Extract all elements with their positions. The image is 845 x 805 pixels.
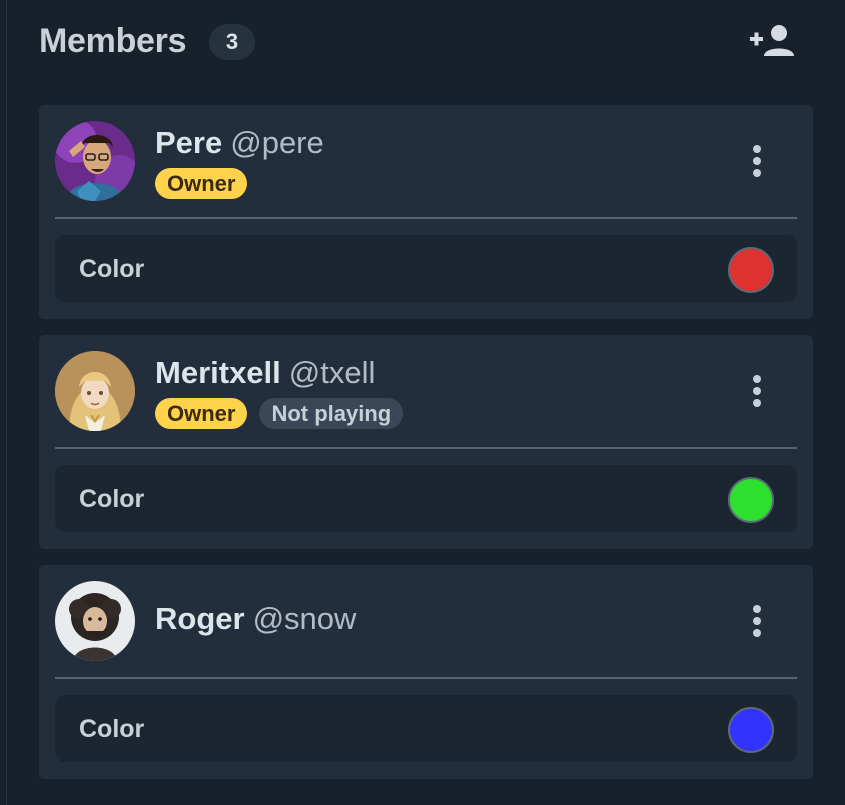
members-title: Members <box>39 22 187 60</box>
member-tags: Owner <box>155 168 259 199</box>
member-handle: @txell <box>288 355 376 390</box>
member-divider <box>55 217 797 219</box>
avatar[interactable] <box>55 121 135 201</box>
color-label: Color <box>79 715 145 743</box>
avatar[interactable] <box>55 351 135 431</box>
member-name: Meritxell <box>155 355 281 390</box>
add-member-button[interactable] <box>748 22 798 60</box>
color-row: Color <box>55 465 797 532</box>
more-vertical-icon <box>753 605 761 637</box>
member-divider <box>55 447 797 449</box>
member-card: Meritxell @txell Owner Not playing Color <box>39 335 813 549</box>
member-name: Pere <box>155 125 223 160</box>
status-tag: Not playing <box>259 398 404 429</box>
color-row: Color <box>55 695 797 762</box>
color-swatch[interactable] <box>728 707 774 753</box>
member-card: Pere @pere Owner Color <box>39 105 813 319</box>
members-count-badge: 3 <box>209 24 255 60</box>
owner-tag: Owner <box>155 168 248 199</box>
member-options-button[interactable] <box>739 603 775 643</box>
more-vertical-icon <box>753 145 761 177</box>
color-swatch[interactable] <box>728 477 774 523</box>
member-card: Roger @snow Color <box>39 565 813 779</box>
member-name: Roger <box>155 601 245 636</box>
person-add-icon <box>750 25 794 56</box>
members-header: Members 3 <box>39 0 813 85</box>
color-swatch[interactable] <box>728 247 774 293</box>
member-name-line: Pere @pere <box>155 125 324 161</box>
color-row: Color <box>55 235 797 302</box>
color-label: Color <box>79 485 145 513</box>
member-summary: Pere @pere Owner <box>39 105 813 217</box>
color-label: Color <box>79 255 145 283</box>
member-handle: @snow <box>252 601 357 636</box>
member-divider <box>55 677 797 679</box>
member-name-line: Meritxell @txell <box>155 355 375 391</box>
more-vertical-icon <box>753 375 761 407</box>
owner-tag: Owner <box>155 398 248 429</box>
member-name-line: Roger @snow <box>155 601 356 637</box>
member-summary: Meritxell @txell Owner Not playing <box>39 335 813 447</box>
members-panel: Members 3 Pere @pere Owner Color Meritxe… <box>39 0 813 779</box>
member-handle: @pere <box>230 125 324 160</box>
member-options-button[interactable] <box>739 373 775 413</box>
avatar[interactable] <box>55 581 135 661</box>
member-tags: Owner Not playing <box>155 398 415 429</box>
member-summary: Roger @snow <box>39 565 813 677</box>
panel-left-border <box>6 0 7 805</box>
member-options-button[interactable] <box>739 143 775 183</box>
